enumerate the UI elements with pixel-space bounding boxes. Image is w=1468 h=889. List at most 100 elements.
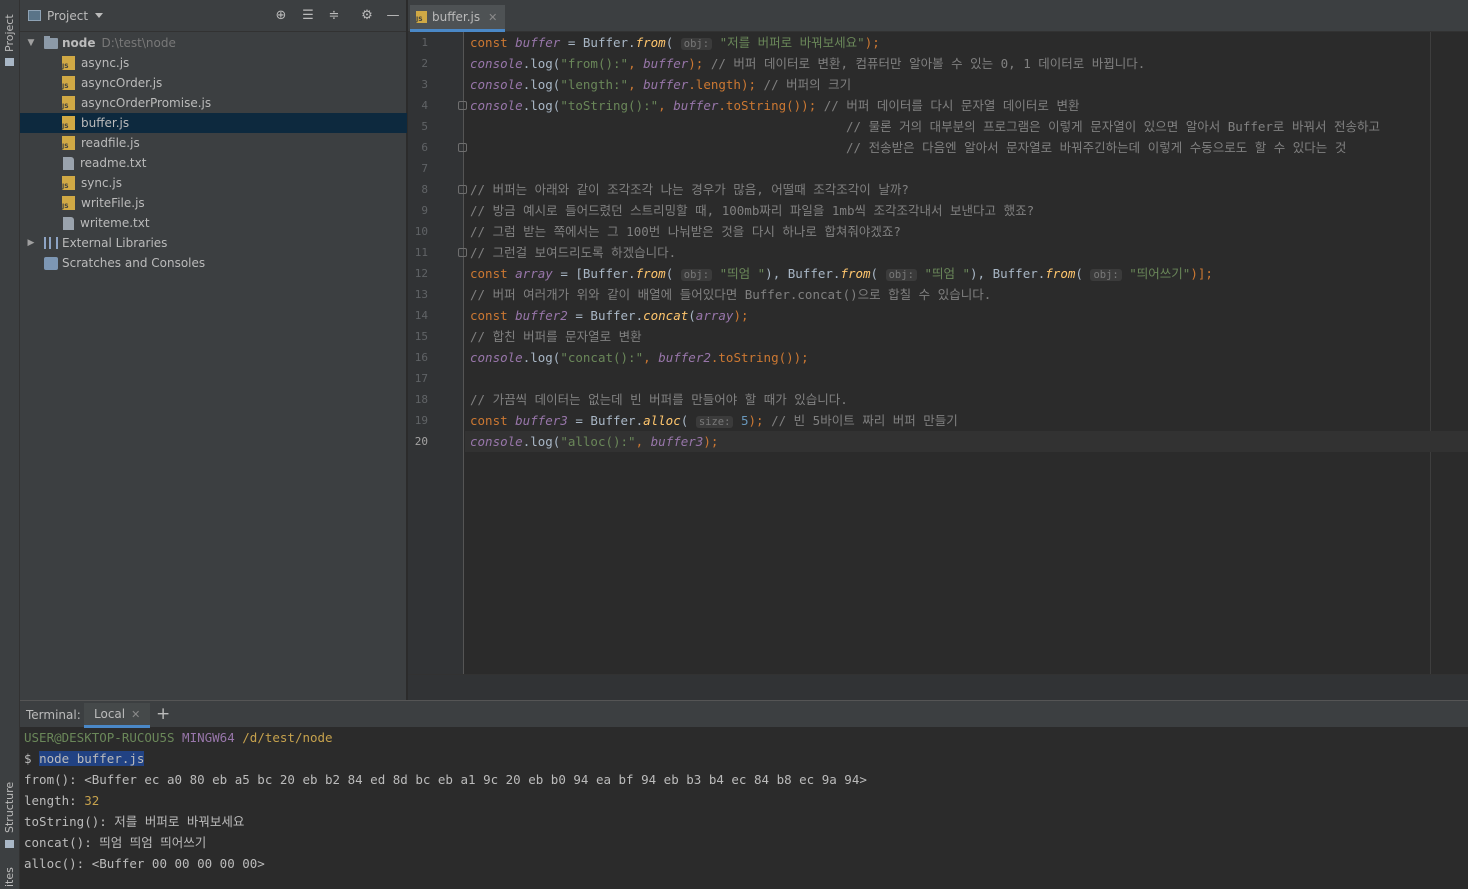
- terminal-output-line: from(): <Buffer ec a0 80 eb a5 bc 20 eb …: [24, 772, 867, 787]
- new-terminal-button[interactable]: +: [156, 704, 170, 724]
- line-number: 11: [414, 246, 428, 259]
- line-number: 9: [421, 204, 428, 217]
- js-file-icon: [62, 136, 75, 150]
- file-name: async.js: [81, 56, 130, 70]
- line-number: 3: [421, 78, 428, 91]
- close-icon[interactable]: ✕: [131, 708, 140, 721]
- terminal-header: Terminal: Local ✕ +: [20, 700, 1468, 728]
- parameter-hint: obj:: [680, 38, 713, 50]
- line-number: 15: [414, 330, 428, 343]
- prompt-path: /d/test/node: [242, 730, 333, 745]
- structure-tool-label: Structure: [3, 781, 16, 833]
- terminal-output[interactable]: USER@DESKTOP-RUCOU5S MINGW64 /d/test/nod…: [20, 727, 1468, 889]
- line-number: 10: [414, 225, 428, 238]
- terminal-prompt-line: USER@DESKTOP-RUCOU5S MINGW64 /d/test/nod…: [24, 727, 333, 748]
- parameter-hint: obj:: [1090, 269, 1122, 281]
- tree-file-item[interactable]: readme.txt: [20, 153, 407, 173]
- favorites-tool-tab[interactable]: ites: [0, 860, 20, 889]
- file-name: sync.js: [81, 176, 122, 190]
- gear-icon[interactable]: ⚙: [360, 9, 374, 23]
- line-number: 16: [414, 351, 428, 364]
- terminal-tab-local[interactable]: Local ✕: [84, 703, 151, 728]
- code-line-12: const array = [Buffer.from( obj: "띄엄 "),…: [470, 266, 1213, 281]
- file-name: writeFile.js: [81, 196, 145, 210]
- chevron-down-icon[interactable]: [95, 13, 104, 18]
- code-line-8: // 버퍼는 아래와 같이 조각조각 나는 경우가 많음, 어떨때 조각조각이 …: [470, 182, 909, 197]
- close-icon[interactable]: ✕: [488, 11, 497, 24]
- editor-breadcrumb-bar: [408, 674, 1468, 700]
- prompt-user: USER@DESKTOP-RUCOU5S: [24, 730, 175, 745]
- code-line-6: // 전송받은 다음엔 알아서 문자열로 바꿔주긴하는데 이렇게 수동으로도 할…: [846, 140, 1347, 155]
- structure-tool-tab[interactable]: Structure: [0, 781, 20, 850]
- tree-file-item-selected[interactable]: buffer.js: [20, 113, 407, 133]
- project-view-selector[interactable]: Project: [47, 9, 88, 23]
- tree-file-item[interactable]: async.js: [20, 53, 407, 73]
- editor-tab-label: buffer.js: [432, 10, 481, 24]
- terminal-output-line: toString(): 저를 버퍼로 바꿔보세요: [24, 814, 245, 829]
- file-name: buffer.js: [81, 116, 130, 130]
- js-file-icon: [62, 96, 75, 110]
- tree-scratches[interactable]: Scratches and Consoles: [20, 253, 407, 273]
- line-number: 5: [421, 120, 428, 133]
- js-file-icon: [62, 176, 75, 190]
- terminal-output-line: concat(): 띄엄 띄엄 띄어쓰기: [24, 835, 207, 850]
- tree-file-item[interactable]: asyncOrderPromise.js: [20, 93, 407, 113]
- root-folder-path: D:\test\node: [101, 36, 176, 50]
- line-number: 14: [414, 309, 428, 322]
- js-file-icon: [62, 76, 75, 90]
- tree-file-item[interactable]: readfile.js: [20, 133, 407, 153]
- js-file-icon: [62, 56, 75, 70]
- code-line-18: // 가끔씩 데이터는 없는데 빈 버퍼를 만들어야 할 때가 있습니다.: [470, 392, 848, 407]
- code-line-20: console.log("alloc():", buffer3);: [470, 434, 719, 449]
- tree-file-item[interactable]: writeFile.js: [20, 193, 407, 213]
- collapse-all-icon[interactable]: ≑: [327, 9, 341, 23]
- library-icon: [44, 237, 58, 249]
- terminal-tab-label: Local: [94, 707, 126, 721]
- editor-tab-bar: buffer.js ✕: [408, 0, 1468, 32]
- project-panel: Project ⊕ ☰ ≑ ⚙ — ▼ node D:\test\node as…: [20, 0, 407, 700]
- text-file-icon: [63, 156, 74, 170]
- line-number: 1: [421, 36, 428, 49]
- file-name: asyncOrderPromise.js: [81, 96, 212, 110]
- line-number: 7: [421, 162, 428, 175]
- structure-tool-icon: [5, 840, 14, 848]
- line-number: 18: [414, 393, 428, 406]
- tree-file-item[interactable]: sync.js: [20, 173, 407, 193]
- code-line-1: const buffer = Buffer.from( obj: "저를 버퍼로…: [470, 35, 880, 50]
- line-number: 12: [414, 267, 428, 280]
- editor-tab-buffer-js[interactable]: buffer.js ✕: [410, 5, 506, 32]
- tree-file-item[interactable]: writeme.txt: [20, 213, 407, 233]
- code-line-9: // 방금 예시로 들어드렸던 스트리밍할 때, 100mb짜리 파일을 1mb…: [470, 203, 1035, 218]
- tree-root-node[interactable]: ▼ node D:\test\node: [20, 33, 407, 53]
- locate-icon[interactable]: ⊕: [274, 9, 288, 23]
- line-number: 2: [421, 57, 428, 70]
- file-name: readfile.js: [81, 136, 140, 150]
- code-line-2: console.log("from():", buffer); // 버퍼 데이…: [470, 56, 1146, 71]
- js-file-icon: [416, 11, 427, 23]
- chevron-right-icon[interactable]: ▶: [26, 238, 36, 248]
- chevron-down-icon[interactable]: ▼: [26, 38, 36, 48]
- file-name: writeme.txt: [80, 216, 150, 230]
- terminal-command-line: $ node buffer.js: [24, 748, 145, 769]
- expand-all-icon[interactable]: ☰: [301, 9, 315, 23]
- terminal-command: node buffer.js: [39, 751, 145, 766]
- prompt-symbol: $: [24, 751, 32, 766]
- project-tool-tab[interactable]: Project: [0, 4, 20, 66]
- tree-file-item[interactable]: asyncOrder.js: [20, 73, 407, 93]
- file-name: asyncOrder.js: [81, 76, 163, 90]
- code-area[interactable]: const buffer = Buffer.from( obj: "저를 버퍼로…: [465, 32, 1468, 674]
- folder-icon: [44, 35, 58, 49]
- tree-external-libraries[interactable]: ▶ External Libraries: [20, 233, 407, 253]
- project-tool-label: Project: [3, 14, 16, 52]
- parameter-hint: size:: [695, 416, 734, 428]
- code-editor: buffer.js ✕ 1 2 3 4 5 6 7 8 9 10 11 12 1…: [408, 0, 1468, 700]
- terminal-title: Terminal:: [26, 708, 81, 722]
- hide-panel-icon[interactable]: —: [386, 9, 400, 23]
- line-number: 19: [414, 414, 428, 427]
- text-file-icon: [63, 216, 74, 230]
- line-number: 8: [421, 183, 428, 196]
- js-file-icon: [62, 116, 75, 130]
- code-line-19: const buffer3 = Buffer.alloc( size: 5); …: [470, 413, 958, 428]
- line-number: 6: [421, 141, 428, 154]
- tool-window-strip: Project Structure ites: [0, 0, 20, 889]
